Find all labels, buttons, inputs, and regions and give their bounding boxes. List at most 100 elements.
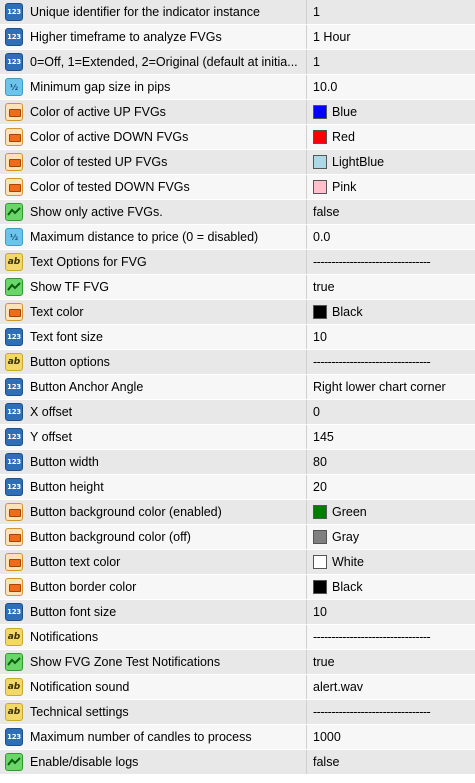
parameter-row[interactable]: 123 Y offset 145 xyxy=(0,425,475,450)
parameter-row[interactable]: Color of tested DOWN FVGs Pink xyxy=(0,175,475,200)
parameter-row[interactable]: Color of active UP FVGs Blue xyxy=(0,100,475,125)
parameter-value-cell[interactable]: 1 xyxy=(307,0,475,24)
parameter-value-cell[interactable]: 0.0 xyxy=(307,225,475,249)
parameter-value: -------------------------------- xyxy=(313,705,431,719)
parameter-row[interactable]: Color of tested UP FVGs LightBlue xyxy=(0,150,475,175)
parameter-value-cell[interactable]: Green xyxy=(307,500,475,524)
parameter-label: Button background color (enabled) xyxy=(30,505,222,519)
parameter-row[interactable]: Show FVG Zone Test Notifications true xyxy=(0,650,475,675)
color-swatch[interactable] xyxy=(313,505,327,519)
color-type-icon xyxy=(5,528,23,546)
color-swatch[interactable] xyxy=(313,530,327,544)
parameter-value-cell[interactable]: true xyxy=(307,275,475,299)
parameter-row[interactable]: 123 X offset 0 xyxy=(0,400,475,425)
parameter-row[interactable]: 123 Text font size 10 xyxy=(0,325,475,350)
parameter-row[interactable]: 123 Maximum number of candles to process 1… xyxy=(0,725,475,750)
color-swatch[interactable] xyxy=(313,130,327,144)
parameter-row[interactable]: Button background color (off) Gray xyxy=(0,525,475,550)
parameter-value: White xyxy=(332,555,364,569)
parameter-value-cell[interactable]: -------------------------------- xyxy=(307,700,475,724)
icon-glyph: 123 xyxy=(7,458,21,466)
parameter-value-cell[interactable]: Gray xyxy=(307,525,475,549)
color-swatch[interactable] xyxy=(313,180,327,194)
string-type-icon: ab xyxy=(5,253,23,271)
string-type-icon: ab xyxy=(5,678,23,696)
parameter-row[interactable]: 123 Button height 20 xyxy=(0,475,475,500)
parameter-value-cell[interactable]: Blue xyxy=(307,100,475,124)
parameter-value-cell[interactable]: 80 xyxy=(307,450,475,474)
parameter-value-cell[interactable]: 145 xyxy=(307,425,475,449)
int-type-icon: 123 xyxy=(5,478,23,496)
icon-glyph: 123 xyxy=(7,433,21,441)
parameter-value-cell[interactable]: Pink xyxy=(307,175,475,199)
parameter-value-cell[interactable]: White xyxy=(307,550,475,574)
parameter-row[interactable]: 123 0=Off, 1=Extended, 2=Original (defaul… xyxy=(0,50,475,75)
parameter-row[interactable]: Button border color Black xyxy=(0,575,475,600)
parameter-row[interactable]: Color of active DOWN FVGs Red xyxy=(0,125,475,150)
parameter-value-cell[interactable]: 10 xyxy=(307,600,475,624)
parameter-value-cell[interactable]: 1 xyxy=(307,50,475,74)
icon-glyph: ab xyxy=(7,357,21,367)
parameter-row[interactable]: ab Notifications -------------------------… xyxy=(0,625,475,650)
parameter-row[interactable]: Show TF FVG true xyxy=(0,275,475,300)
color-swatch[interactable] xyxy=(313,580,327,594)
parameter-value-cell[interactable]: alert.wav xyxy=(307,675,475,699)
parameter-value-cell[interactable]: 1000 xyxy=(307,725,475,749)
parameter-row[interactable]: 123 Button width 80 xyxy=(0,450,475,475)
parameter-value-cell[interactable]: Right lower chart corner xyxy=(307,375,475,399)
parameter-row[interactable]: ½ Minimum gap size in pips 10.0 xyxy=(0,75,475,100)
parameter-row[interactable]: 123 Higher timeframe to analyze FVGs 1 Hou… xyxy=(0,25,475,50)
parameter-name-cell: Button text color xyxy=(0,550,307,574)
int-type-icon: 123 xyxy=(5,728,23,746)
parameter-value-cell[interactable]: 10 xyxy=(307,325,475,349)
parameter-value: 1 Hour xyxy=(313,30,351,44)
parameter-name-cell: 123 X offset xyxy=(0,400,307,424)
string-type-icon: ab xyxy=(5,628,23,646)
parameter-row[interactable]: Enable/disable logs false xyxy=(0,750,475,775)
parameter-value-cell[interactable]: 0 xyxy=(307,400,475,424)
parameter-value-cell[interactable]: 10.0 xyxy=(307,75,475,99)
icon-glyph: 123 xyxy=(7,8,21,16)
int-type-icon: 123 xyxy=(5,3,23,21)
color-type-icon xyxy=(5,503,23,521)
parameter-row[interactable]: Button background color (enabled) Green xyxy=(0,500,475,525)
int-type-icon: 123 xyxy=(5,28,23,46)
parameter-value-cell[interactable]: -------------------------------- xyxy=(307,350,475,374)
parameter-row[interactable]: ab Button options ------------------------… xyxy=(0,350,475,375)
parameter-row[interactable]: ab Text Options for FVG ------------------… xyxy=(0,250,475,275)
color-type-icon xyxy=(5,578,23,596)
parameter-name-cell: 123 Button font size xyxy=(0,600,307,624)
parameter-row[interactable]: Text color Black xyxy=(0,300,475,325)
parameter-value: 80 xyxy=(313,455,327,469)
color-swatch[interactable] xyxy=(313,155,327,169)
parameter-row[interactable]: Show only active FVGs. false xyxy=(0,200,475,225)
parameter-row[interactable]: 123 Button font size 10 xyxy=(0,600,475,625)
parameter-row[interactable]: 123 Unique identifier for the indicator i… xyxy=(0,0,475,25)
parameter-value: true xyxy=(313,280,335,294)
parameter-value-cell[interactable]: true xyxy=(307,650,475,674)
parameter-value-cell[interactable]: Red xyxy=(307,125,475,149)
parameter-row[interactable]: Button text color White xyxy=(0,550,475,575)
parameter-value-cell[interactable]: 20 xyxy=(307,475,475,499)
parameter-value-cell[interactable]: false xyxy=(307,200,475,224)
parameter-value-cell[interactable]: -------------------------------- xyxy=(307,625,475,649)
parameter-value: 1 xyxy=(313,5,320,19)
icon-glyph: ab xyxy=(7,257,21,267)
parameter-row[interactable]: 123 Button Anchor Angle Right lower chart … xyxy=(0,375,475,400)
parameter-value-cell[interactable]: -------------------------------- xyxy=(307,250,475,274)
parameter-row[interactable]: ½ Maximum distance to price (0 = disabled… xyxy=(0,225,475,250)
parameter-label: Notification sound xyxy=(30,680,130,694)
color-swatch[interactable] xyxy=(313,305,327,319)
parameter-value-cell[interactable]: 1 Hour xyxy=(307,25,475,49)
parameter-name-cell: ab Text Options for FVG xyxy=(0,250,307,274)
parameter-value-cell[interactable]: Black xyxy=(307,300,475,324)
parameter-row[interactable]: ab Notification sound alert.wav xyxy=(0,675,475,700)
color-swatch[interactable] xyxy=(313,105,327,119)
parameter-row[interactable]: ab Technical settings --------------------… xyxy=(0,700,475,725)
parameter-value-cell[interactable]: Black xyxy=(307,575,475,599)
color-swatch[interactable] xyxy=(313,555,327,569)
parameter-value-cell[interactable]: false xyxy=(307,750,475,774)
parameter-value: 0.0 xyxy=(313,230,331,244)
parameter-value: -------------------------------- xyxy=(313,355,431,369)
parameter-value-cell[interactable]: LightBlue xyxy=(307,150,475,174)
